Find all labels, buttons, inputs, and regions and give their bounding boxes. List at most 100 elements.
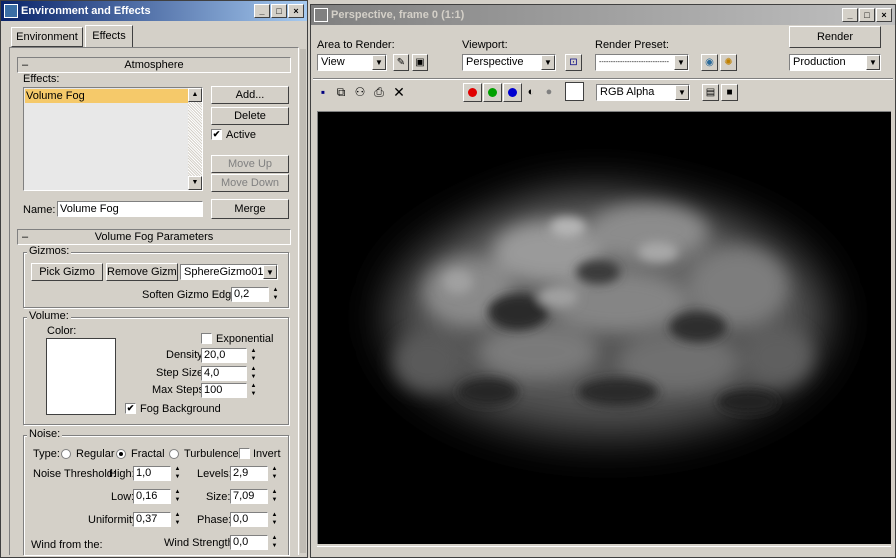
radio-fractal-label: Fractal (131, 448, 165, 460)
pick-gizmo-button[interactable]: Pick Gizmo (31, 263, 103, 281)
mono-channel-icon[interactable]: ● (541, 84, 557, 100)
clear-icon[interactable]: ✕ (391, 84, 407, 100)
viewport-value: Perspective (466, 56, 524, 68)
low-spinner-icon[interactable]: ▲ ▼ (173, 489, 182, 504)
close-icon[interactable]: × (288, 4, 304, 18)
levels-spinner-icon[interactable]: ▲ ▼ (270, 466, 279, 481)
uniformity-spinner-icon[interactable]: ▲ ▼ (173, 512, 182, 527)
atmosphere-rollout-header[interactable]: – Atmosphere (17, 57, 291, 73)
radio-turbulence[interactable] (169, 449, 179, 459)
scroll-up-icon[interactable]: ▲ (188, 88, 202, 102)
exponential-label: Exponential (216, 333, 274, 345)
close-icon[interactable]: × (876, 8, 892, 22)
remove-gizmo-button[interactable]: Remove Gizmo (106, 263, 178, 281)
environment-icon[interactable]: ✺ (720, 54, 737, 71)
fog-background-checkbox[interactable]: ✔ (125, 403, 136, 414)
chevron-down-icon[interactable]: ▼ (263, 265, 277, 279)
fog-color-swatch[interactable] (46, 338, 116, 415)
noise-group-title: Noise: (27, 428, 63, 440)
viewport-select[interactable]: Perspective ▼ (462, 54, 556, 71)
soften-gizmo-field[interactable]: 0,2 (231, 287, 269, 302)
viewport-label: Viewport: (462, 39, 508, 51)
exponential-checkbox[interactable] (201, 333, 212, 344)
chevron-down-icon[interactable]: ▼ (372, 55, 386, 70)
area-to-render-select[interactable]: View ▼ (317, 54, 387, 71)
atmosphere-rollout-title: Atmosphere (124, 59, 184, 71)
print-icon[interactable]: ⎙ (371, 84, 387, 100)
name-label: Name: (23, 204, 56, 216)
max-steps-spinner-icon[interactable]: ▲ ▼ (249, 383, 258, 398)
merge-button[interactable]: Merge (211, 199, 289, 219)
left-titlebar[interactable]: Environment and Effects _ □ × (1, 1, 307, 21)
step-size-field[interactable]: 4,0 (201, 366, 247, 381)
volume-fog-rollout-header[interactable]: – Volume Fog Parameters (17, 229, 291, 245)
levels-field[interactable]: 2,9 (230, 466, 268, 481)
invert-checkbox[interactable] (239, 448, 250, 459)
add-effect-button[interactable]: Add... (211, 86, 289, 104)
high-spinner-icon[interactable]: ▲ ▼ (173, 466, 182, 481)
auto-region-icon[interactable]: ▣ (412, 54, 428, 71)
minimize-icon[interactable]: _ (842, 8, 858, 22)
radio-fractal[interactable] (116, 449, 126, 459)
panel-scrollbar[interactable] (300, 49, 306, 553)
red-channel-button[interactable] (463, 83, 482, 102)
active-checkbox[interactable]: ✔ (211, 129, 222, 140)
effects-list[interactable]: Volume Fog ▲ ▼ (23, 87, 203, 191)
render-setup-icon[interactable]: ◉ (701, 54, 718, 71)
background-swatch[interactable] (565, 82, 584, 101)
effects-label: Effects: (23, 73, 60, 85)
phase-spinner-icon[interactable]: ▲ ▼ (270, 512, 279, 527)
render-mode-select[interactable]: Production ▼ (789, 54, 881, 71)
low-field[interactable]: 0,16 (133, 489, 171, 504)
gizmo-select[interactable]: SphereGizmo01 ▼ (180, 264, 278, 280)
uniformity-field[interactable]: 0,37 (133, 512, 171, 527)
lock-icon[interactable]: ⊡ (565, 54, 582, 71)
chevron-down-icon[interactable]: ▼ (866, 55, 880, 70)
chevron-down-icon[interactable]: ▼ (675, 85, 689, 100)
channel-select[interactable]: RGB Alpha ▼ (596, 84, 690, 101)
blue-channel-button[interactable] (503, 83, 522, 102)
tab-effects[interactable]: Effects (85, 25, 133, 47)
minimize-icon[interactable]: _ (254, 4, 270, 18)
clone-icon[interactable]: ⚇ (352, 84, 368, 100)
effects-list-item[interactable]: Volume Fog (25, 89, 188, 103)
effect-name-field[interactable]: Volume Fog (57, 201, 203, 217)
app-icon (4, 4, 18, 18)
density-field[interactable]: 20,0 (201, 348, 247, 363)
chevron-down-icon[interactable]: ▼ (674, 55, 688, 70)
step-size-label: Step Size: (156, 367, 207, 379)
maximize-icon[interactable]: □ (271, 4, 287, 18)
chevron-down-icon[interactable]: ▼ (541, 55, 555, 70)
display-toggle-icon[interactable]: ■ (721, 84, 738, 101)
frame-scrollbar-horizontal[interactable] (317, 546, 891, 556)
move-down-button[interactable]: Move Down (211, 174, 289, 192)
maximize-icon[interactable]: □ (859, 8, 875, 22)
move-up-button[interactable]: Move Up (211, 155, 289, 173)
soften-spinner-icon[interactable]: ▲ ▼ (271, 287, 280, 302)
size-field[interactable]: 7,09 (230, 489, 268, 504)
edit-region-icon[interactable]: ✎ (393, 54, 409, 71)
delete-effect-button[interactable]: Delete (211, 107, 289, 125)
size-spinner-icon[interactable]: ▲ ▼ (270, 489, 279, 504)
list-scrollbar[interactable]: ▲ ▼ (188, 88, 202, 190)
green-channel-button[interactable] (483, 83, 502, 102)
save-icon[interactable]: ▪ (315, 84, 331, 100)
low-label: Low: (111, 491, 135, 503)
max-steps-field[interactable]: 100 (201, 383, 247, 398)
wind-strength-spinner-icon[interactable]: ▲ ▼ (270, 535, 279, 550)
levels-label: Levels: (197, 468, 232, 480)
radio-regular[interactable] (61, 449, 71, 459)
render-button[interactable]: Render (789, 26, 881, 48)
info-panel-icon[interactable]: ▤ (702, 84, 719, 101)
phase-field[interactable]: 0,0 (230, 512, 268, 527)
high-field[interactable]: 1,0 (133, 466, 171, 481)
wind-strength-field[interactable]: 0,0 (230, 535, 268, 550)
scroll-down-icon[interactable]: ▼ (188, 176, 202, 190)
alpha-channel-icon[interactable]: ◐ (523, 84, 539, 100)
density-spinner-icon[interactable]: ▲ ▼ (249, 348, 258, 363)
step-size-spinner-icon[interactable]: ▲ ▼ (249, 366, 258, 381)
copy-icon[interactable]: ⧉ (333, 84, 349, 100)
render-preset-select[interactable]: ------------------------------ ▼ (595, 54, 689, 71)
right-titlebar[interactable]: Perspective, frame 0 (1:1) _ □ × (311, 5, 895, 25)
tab-environment[interactable]: Environment (11, 27, 83, 47)
